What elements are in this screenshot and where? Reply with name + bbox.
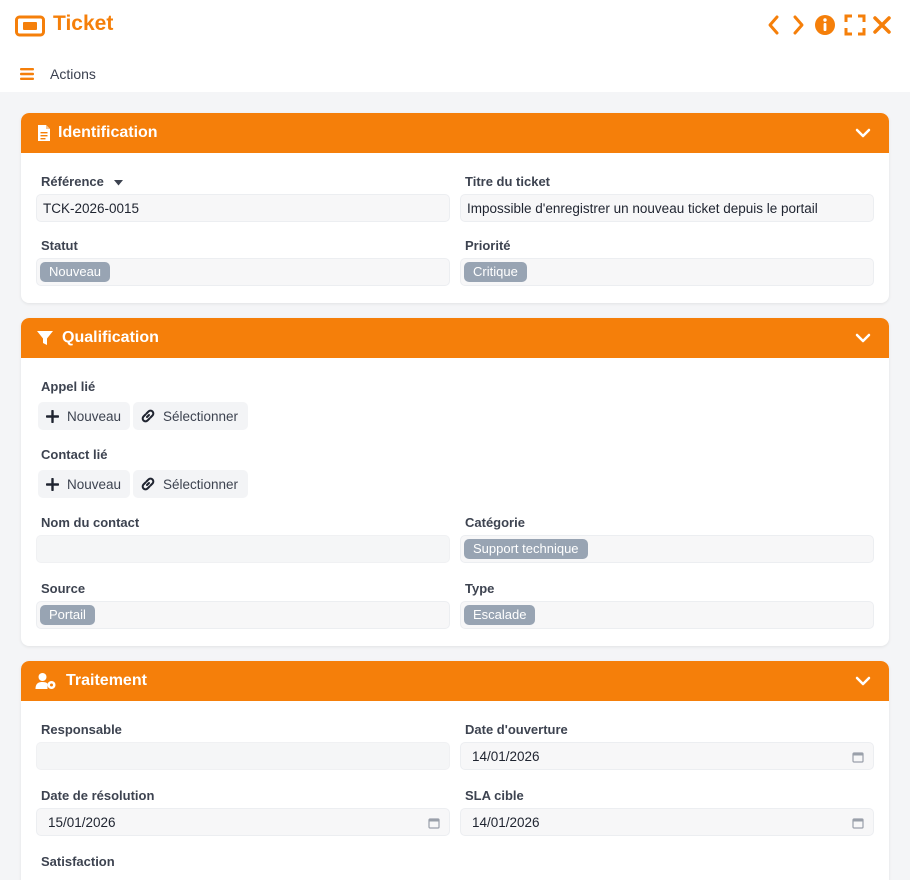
- plus-icon: [46, 409, 59, 423]
- source-badge: Portail: [40, 605, 95, 625]
- calendar-icon[interactable]: [428, 817, 440, 829]
- status-badge: Nouveau: [40, 262, 111, 282]
- title-bar: Ticket Actions: [0, 0, 910, 92]
- traitement-title: Traitement: [66, 672, 147, 689]
- fullscreen-icon[interactable]: [843, 13, 867, 37]
- new-call-button[interactable]: Nouveau: [38, 402, 130, 430]
- qualification-panel: Qualification Appel lié Nouveau Sélectio…: [21, 318, 889, 646]
- chevron-down-icon[interactable]: [855, 330, 871, 346]
- window-title: Ticket: [53, 12, 114, 35]
- select-call-button[interactable]: Sélectionner: [133, 402, 248, 430]
- reference-field[interactable]: TCK-2026-0015: [36, 194, 450, 222]
- reference-label-text: Référence: [41, 174, 104, 189]
- next-icon[interactable]: [786, 13, 810, 37]
- actions-label[interactable]: Actions: [50, 66, 96, 82]
- traitement-header[interactable]: Traitement: [21, 661, 889, 701]
- chevron-down-icon[interactable]: [855, 673, 871, 689]
- qualification-title: Qualification: [62, 329, 159, 346]
- document-icon: [38, 125, 50, 141]
- caret-down-icon[interactable]: [113, 179, 123, 186]
- resolution-date-label: Date de résolution: [41, 788, 155, 803]
- priority-field[interactable]: Critique: [460, 258, 874, 286]
- ticket-title-label: Titre du ticket: [465, 174, 551, 189]
- info-icon[interactable]: [813, 13, 837, 37]
- ticket-icon: [15, 15, 45, 37]
- select-call-label: Sélectionner: [163, 408, 239, 424]
- source-label: Source: [41, 581, 86, 596]
- menu-icon[interactable]: [20, 68, 34, 80]
- satisfaction-label: Satisfaction: [41, 854, 115, 869]
- filter-icon: [37, 331, 53, 345]
- owner-field[interactable]: [36, 742, 450, 770]
- category-badge: Support technique: [464, 539, 588, 559]
- priority-label: Priorité: [465, 238, 511, 253]
- traitement-panel: Traitement Responsable Date d'ouverture …: [21, 661, 889, 880]
- reference-label[interactable]: Référence: [41, 174, 123, 189]
- category-field[interactable]: Support technique: [460, 535, 874, 563]
- sla-label: SLA cible: [465, 788, 524, 803]
- identification-panel: Identification Référence TCK-2026-0015 T…: [21, 113, 889, 303]
- select-contact-label: Sélectionner: [163, 476, 239, 492]
- new-contact-button[interactable]: Nouveau: [38, 470, 130, 498]
- link-icon: [141, 409, 155, 423]
- chevron-down-icon[interactable]: [855, 125, 871, 141]
- actions-menu[interactable]: Actions: [20, 64, 96, 84]
- type-badge: Escalade: [464, 605, 536, 625]
- plus-icon: [46, 477, 59, 491]
- ticket-window: Ticket Actions Identification Référence …: [0, 0, 910, 880]
- type-field[interactable]: Escalade: [460, 601, 874, 629]
- user-gear-icon: [35, 673, 56, 689]
- contact-name-field[interactable]: [36, 535, 450, 563]
- sla-field[interactable]: 14/01/2026: [460, 808, 874, 836]
- previous-icon[interactable]: [762, 13, 786, 37]
- type-label: Type: [465, 581, 495, 596]
- identification-header[interactable]: Identification: [21, 113, 889, 153]
- priority-badge: Critique: [464, 262, 527, 282]
- sla-value: 14/01/2026: [472, 814, 540, 830]
- contact-name-label: Nom du contact: [41, 515, 140, 530]
- new-call-label: Nouveau: [67, 408, 122, 424]
- identification-title: Identification: [58, 124, 158, 141]
- close-icon[interactable]: [870, 13, 894, 37]
- resolution-date-field[interactable]: 15/01/2026: [36, 808, 450, 836]
- linked-contact-label: Contact lié: [41, 447, 108, 462]
- opening-date-field[interactable]: 14/01/2026: [460, 742, 874, 770]
- link-icon: [141, 477, 155, 491]
- opening-date-value: 14/01/2026: [472, 748, 540, 764]
- resolution-date-value: 15/01/2026: [48, 814, 116, 830]
- calendar-icon[interactable]: [852, 817, 864, 829]
- select-contact-button[interactable]: Sélectionner: [133, 470, 248, 498]
- status-label: Statut: [41, 238, 78, 253]
- owner-label: Responsable: [41, 722, 122, 737]
- source-field[interactable]: Portail: [36, 601, 450, 629]
- qualification-header[interactable]: Qualification: [21, 318, 889, 358]
- status-field[interactable]: Nouveau: [36, 258, 450, 286]
- linked-call-label: Appel lié: [41, 379, 96, 394]
- ticket-title-field[interactable]: Impossible d'enregistrer un nouveau tick…: [460, 194, 874, 222]
- new-contact-label: Nouveau: [67, 476, 122, 492]
- opening-date-label: Date d'ouverture: [465, 722, 568, 737]
- category-label: Catégorie: [465, 515, 525, 530]
- calendar-icon[interactable]: [852, 751, 864, 763]
